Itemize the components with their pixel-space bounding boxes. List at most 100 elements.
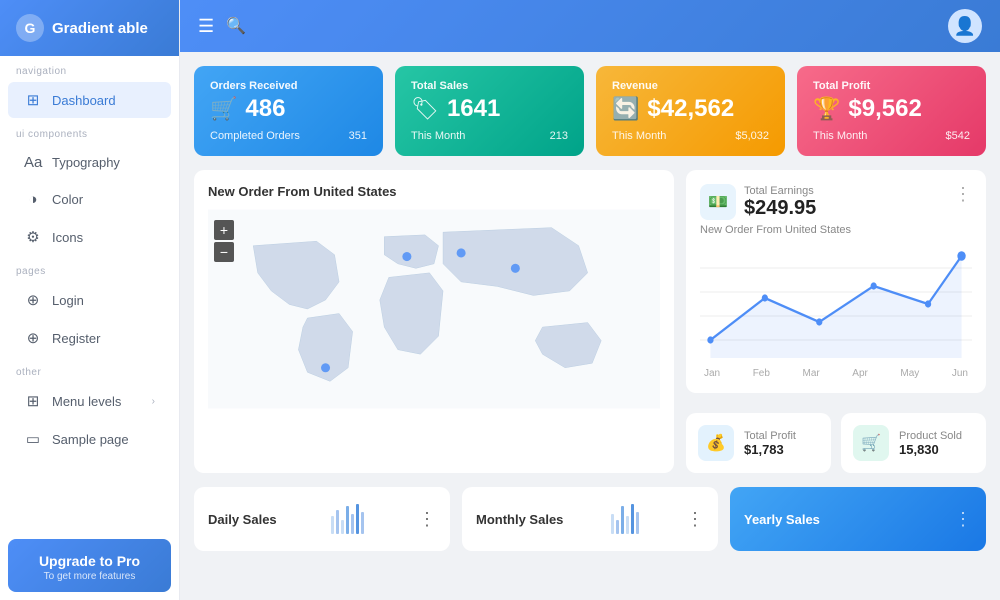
stat-card-revenue-value: $42,562 bbox=[647, 97, 734, 121]
register-icon: ⊕ bbox=[24, 329, 42, 347]
main-content: Orders Received 🛒 486 Completed Orders 3… bbox=[180, 52, 1000, 600]
sidebar-item-label: Typography bbox=[52, 155, 120, 170]
monthly-sales-title: Monthly Sales bbox=[476, 512, 563, 527]
profit-label: Total Profit bbox=[744, 430, 796, 442]
menu-levels-icon: ⊞ bbox=[24, 392, 42, 410]
bottom-stat-profit: 💰 Total Profit $1,783 bbox=[686, 413, 831, 473]
sidebar-item-sample-page[interactable]: ▭ Sample page bbox=[8, 421, 171, 457]
pages-section-label: pages bbox=[0, 256, 179, 281]
stat-card-revenue-title: Revenue bbox=[612, 80, 769, 92]
product-value: 15,830 bbox=[899, 442, 962, 457]
yearly-sales-more-icon[interactable]: ⋮ bbox=[954, 509, 972, 530]
icons-icon: ⚙ bbox=[24, 228, 42, 246]
x-label-apr: Apr bbox=[852, 368, 868, 379]
map-card: New Order From United States + − bbox=[194, 170, 674, 473]
chart-x-labels: Jan Feb Mar Apr May Jun bbox=[700, 368, 972, 379]
x-label-jun: Jun bbox=[952, 368, 968, 379]
stat-card-profit-footer-label: This Month bbox=[813, 130, 867, 142]
sidebar-item-login[interactable]: ⊕ Login bbox=[8, 282, 171, 318]
stat-card-revenue: Revenue 🔄 $42,562 This Month $5,032 bbox=[596, 66, 785, 156]
stat-card-sales: Total Sales 🏷 1641 This Month 213 bbox=[395, 66, 584, 156]
stat-card-orders-footer-value: 351 bbox=[349, 130, 367, 142]
chart-card-title: New Order From United States bbox=[700, 224, 851, 236]
monthly-sales-more-icon[interactable]: ⋮ bbox=[686, 509, 704, 530]
world-map bbox=[208, 209, 660, 409]
stat-card-profit-value: $9,562 bbox=[848, 97, 921, 121]
logo-icon: G bbox=[16, 14, 44, 42]
chart-panel: 💵 Total Earnings $249.95 New Order From … bbox=[686, 170, 986, 393]
chevron-right-icon: › bbox=[152, 396, 155, 407]
map-card-title: New Order From United States bbox=[208, 184, 660, 199]
earnings-label: Total Earnings bbox=[744, 185, 816, 197]
zoom-in-button[interactable]: + bbox=[214, 220, 234, 240]
yearly-sales-card: Yearly Sales ⋮ bbox=[730, 487, 986, 551]
tag-icon: 🏷 bbox=[411, 96, 439, 122]
sidebar-item-register[interactable]: ⊕ Register bbox=[8, 320, 171, 356]
refresh-icon: 🔄 bbox=[612, 96, 639, 122]
color-icon: ◑ bbox=[24, 191, 42, 208]
sidebar-item-label: Sample page bbox=[52, 432, 129, 447]
sidebar-item-label: Login bbox=[52, 293, 84, 308]
stat-card-orders-title: Orders Received bbox=[210, 80, 367, 92]
sidebar-header: G Gradient able bbox=[0, 0, 179, 56]
sidebar-item-label: Register bbox=[52, 331, 100, 346]
stat-card-sales-value: 1641 bbox=[447, 97, 500, 121]
sample-page-icon: ▭ bbox=[24, 430, 42, 448]
profit-value: $1,783 bbox=[744, 442, 796, 457]
sidebar-item-typography[interactable]: Aa Typography bbox=[8, 145, 171, 180]
trophy-icon: 🏆 bbox=[813, 96, 840, 122]
bottom-row: Daily Sales ⋮ Monthly Sales bbox=[194, 487, 986, 551]
earnings-icon: 💵 bbox=[700, 184, 736, 220]
upgrade-sub: To get more features bbox=[20, 571, 159, 582]
stat-card-sales-footer-label: This Month bbox=[411, 130, 465, 142]
login-icon: ⊕ bbox=[24, 291, 42, 309]
stat-card-orders: Orders Received 🛒 486 Completed Orders 3… bbox=[194, 66, 383, 156]
upgrade-button[interactable]: Upgrade to Pro To get more features bbox=[8, 539, 171, 592]
profit-icon: 💰 bbox=[698, 425, 734, 461]
x-label-mar: Mar bbox=[802, 368, 819, 379]
avatar[interactable]: 👤 bbox=[948, 9, 982, 43]
bottom-stat-product: 🛒 Product Sold 15,830 bbox=[841, 413, 986, 473]
top-navbar: ☰ 🔍 👤 bbox=[180, 0, 1000, 52]
dashboard-icon: ⊞ bbox=[24, 91, 42, 109]
upgrade-title: Upgrade to Pro bbox=[20, 553, 159, 569]
bottom-stat-cards: 💰 Total Profit $1,783 🛒 Product Sold 15,… bbox=[686, 413, 986, 473]
chart-panel-header: 💵 Total Earnings $249.95 New Order From … bbox=[700, 184, 972, 236]
x-label-jan: Jan bbox=[704, 368, 720, 379]
sidebar-item-menu-levels[interactable]: ⊞ Menu levels › bbox=[8, 383, 171, 419]
chart-title-area: 💵 Total Earnings $249.95 New Order From … bbox=[700, 184, 851, 236]
sidebar-item-label: Color bbox=[52, 192, 83, 207]
cart-icon: 🛒 bbox=[210, 96, 237, 122]
search-icon[interactable]: 🔍 bbox=[226, 16, 246, 36]
earnings-value: $249.95 bbox=[744, 197, 816, 220]
sidebar-item-label: Menu levels bbox=[52, 394, 121, 409]
sidebar-item-dashboard[interactable]: ⊞ Dashboard bbox=[8, 82, 171, 118]
line-chart-svg bbox=[700, 244, 972, 364]
stat-card-profit-title: Total Profit bbox=[813, 80, 970, 92]
stat-card-profit: Total Profit 🏆 $9,562 This Month $542 bbox=[797, 66, 986, 156]
ui-section-label: ui components bbox=[0, 119, 179, 144]
daily-sales-more-icon[interactable]: ⋮ bbox=[418, 509, 436, 530]
stat-card-revenue-footer-label: This Month bbox=[612, 130, 666, 142]
line-chart bbox=[700, 244, 972, 364]
yearly-sales-title: Yearly Sales bbox=[744, 512, 820, 527]
middle-row: New Order From United States + − bbox=[194, 170, 986, 473]
daily-sales-card: Daily Sales ⋮ bbox=[194, 487, 450, 551]
main-area: ☰ 🔍 👤 Orders Received 🛒 486 Completed Or… bbox=[180, 0, 1000, 600]
sidebar-item-label: Icons bbox=[52, 230, 83, 245]
menu-toggle-icon[interactable]: ☰ bbox=[198, 16, 214, 37]
more-options-icon[interactable]: ⋮ bbox=[954, 184, 972, 205]
zoom-out-button[interactable]: − bbox=[214, 242, 234, 262]
stat-card-orders-footer-label: Completed Orders bbox=[210, 130, 300, 142]
stat-card-profit-footer-value: $542 bbox=[946, 130, 970, 142]
sidebar-item-icons[interactable]: ⚙ Icons bbox=[8, 219, 171, 255]
x-label-feb: Feb bbox=[753, 368, 770, 379]
product-label: Product Sold bbox=[899, 430, 962, 442]
sidebar-item-color[interactable]: ◑ Color bbox=[8, 182, 171, 217]
monthly-sales-card: Monthly Sales ⋮ bbox=[462, 487, 718, 551]
stat-cards-row: Orders Received 🛒 486 Completed Orders 3… bbox=[194, 66, 986, 156]
sidebar: G Gradient able navigation ⊞ Dashboard u… bbox=[0, 0, 180, 600]
typography-icon: Aa bbox=[24, 154, 42, 171]
nav-section-label: navigation bbox=[0, 56, 179, 81]
stat-card-revenue-footer-value: $5,032 bbox=[735, 130, 769, 142]
